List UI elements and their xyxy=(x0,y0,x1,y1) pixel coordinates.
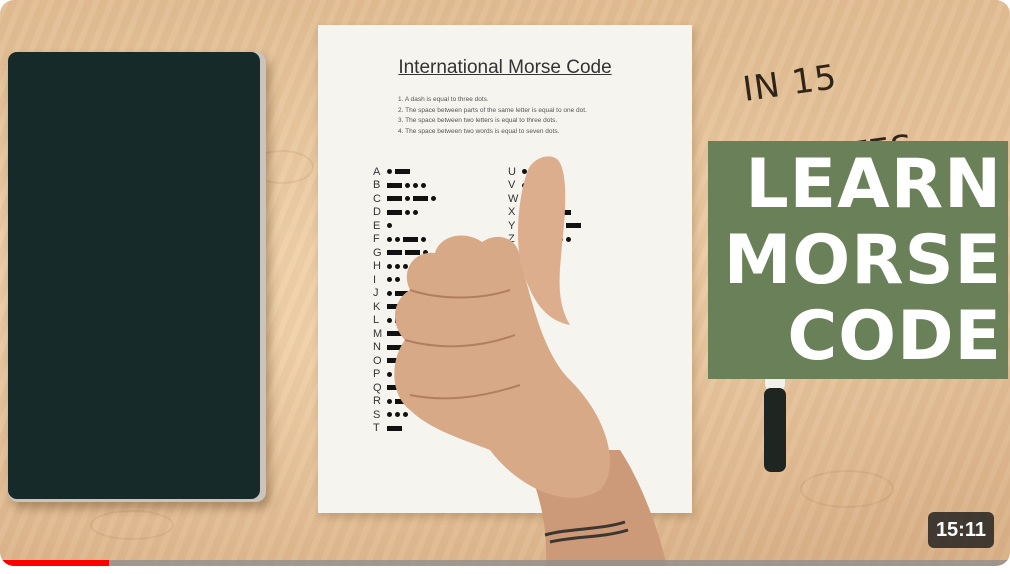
progress-fill xyxy=(0,560,110,566)
thumbs-up-icon xyxy=(394,156,667,566)
rule-item: 4. The space between two words is equal … xyxy=(398,127,560,135)
tagline-text: IN 15 MINUTES xyxy=(740,57,916,189)
video-thumbnail[interactable]: International Morse Code 1. A dash is eq… xyxy=(0,0,1010,566)
duration-badge: 15:11 xyxy=(927,512,994,548)
wood-grain xyxy=(90,510,174,540)
rule-item: 2. The space between parts of the same l… xyxy=(398,106,587,114)
tablet-screen xyxy=(8,52,260,499)
banner-line-morse: MORSE xyxy=(723,221,1002,300)
wood-grain xyxy=(800,470,894,508)
fist xyxy=(394,235,610,498)
rule-item: 1. A dash is equal to three dots. xyxy=(398,96,489,103)
rules-list: 1. A dash is equal to three dots. 2. The… xyxy=(398,95,587,137)
tablet-device xyxy=(8,52,266,502)
banner-line-learn: LEARN xyxy=(745,145,1002,224)
sheet-title: International Morse Code xyxy=(398,57,612,78)
title-banner: LEARN MORSE CODE xyxy=(708,141,1008,379)
progress-bar[interactable] xyxy=(0,560,1010,566)
rule-item: 3. The space between two letters is equa… xyxy=(398,117,558,124)
banner-line-code: CODE xyxy=(787,297,1002,376)
